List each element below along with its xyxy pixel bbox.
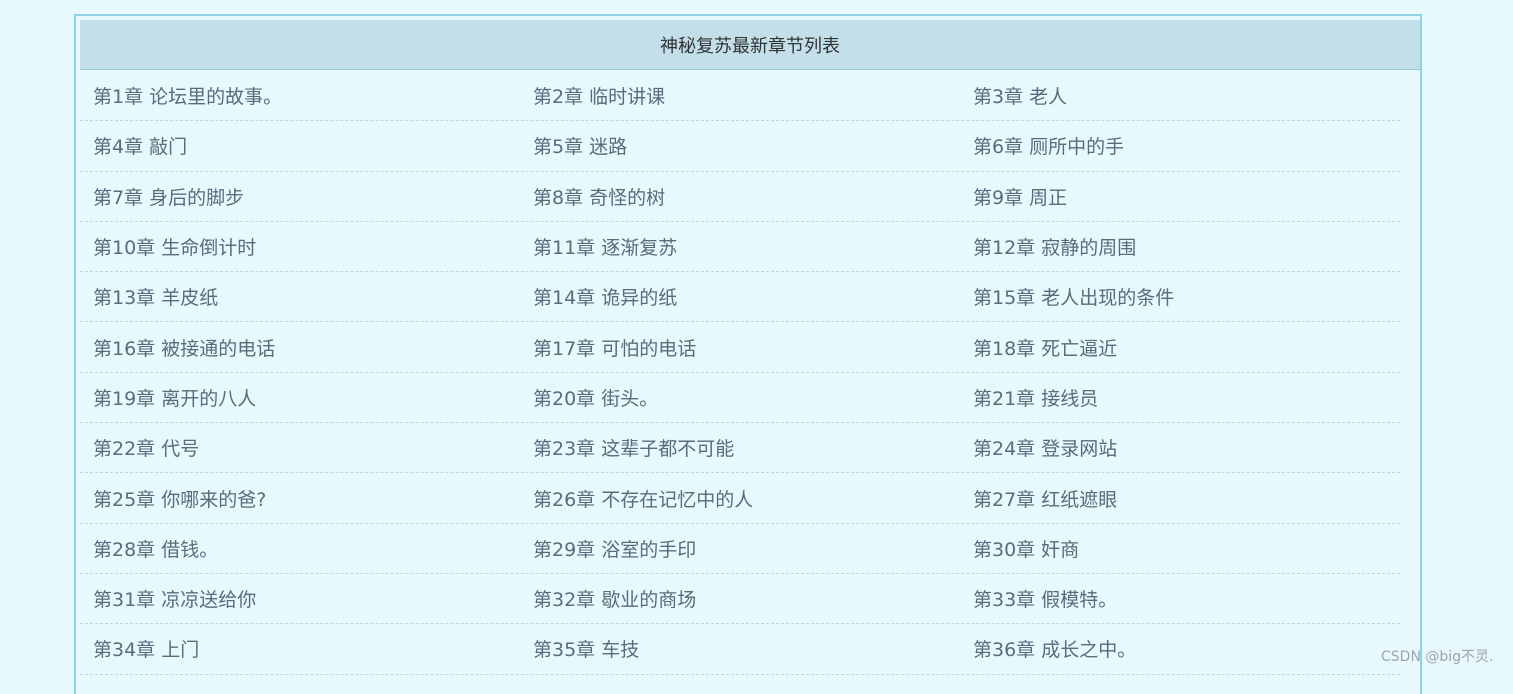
chapter-link[interactable]: 第14章 诡异的纸 [520, 272, 960, 321]
chapter-link[interactable]: 第28章 借钱。 [80, 524, 520, 573]
chapter-link[interactable]: 第27章 红纸遮眼 [960, 473, 1400, 522]
chapter-link[interactable]: 第16章 被接通的电话 [80, 322, 520, 371]
chapter-row: 第4章 敲门 第5章 迷路 第6章 厕所中的手 [80, 121, 1400, 172]
chapter-link[interactable]: 第34章 上门 [80, 624, 520, 673]
chapter-link[interactable]: 第11章 逐渐复苏 [520, 222, 960, 271]
chapter-link[interactable]: 第10章 生命倒计时 [80, 222, 520, 271]
chapter-link[interactable]: 第5章 迷路 [520, 121, 960, 170]
chapter-link[interactable]: 第2章 临时讲课 [520, 71, 960, 120]
chapter-link[interactable]: 第13章 羊皮纸 [80, 272, 520, 321]
chapter-link[interactable]: 第12章 寂静的周围 [960, 222, 1400, 271]
chapter-row: 第1章 论坛里的故事。 第2章 临时讲课 第3章 老人 [80, 71, 1400, 122]
chapter-link[interactable]: 第25章 你哪来的爸? [80, 473, 520, 522]
list-title: 神秘复苏最新章节列表 [80, 20, 1420, 70]
chapter-row: 第31章 凉凉送给你 第32章 歇业的商场 第33章 假模特。 [80, 574, 1400, 625]
chapter-list-panel: 神秘复苏最新章节列表 第1章 论坛里的故事。 第2章 临时讲课 第3章 老人 第4章 … [74, 14, 1422, 694]
chapter-link[interactable]: 第7章 身后的脚步 [80, 172, 520, 221]
chapter-link[interactable]: 第35章 车技 [520, 624, 960, 673]
chapter-link[interactable]: 第4章 敲门 [80, 121, 520, 170]
chapter-link[interactable]: 第3章 老人 [960, 71, 1400, 120]
chapter-link[interactable]: 第15章 老人出现的条件 [960, 272, 1400, 321]
chapter-row: 第13章 羊皮纸 第14章 诡异的纸 第15章 老人出现的条件 [80, 272, 1400, 323]
chapter-link[interactable]: 第1章 论坛里的故事。 [80, 71, 520, 120]
chapter-link[interactable]: 第17章 可怕的电话 [520, 322, 960, 371]
chapter-link[interactable]: 第36章 成长之中。 [960, 624, 1400, 673]
chapter-row: 第25章 你哪来的爸? 第26章 不存在记忆中的人 第27章 红纸遮眼 [80, 473, 1400, 524]
chapter-link[interactable]: 第32章 歇业的商场 [520, 574, 960, 623]
chapter-link[interactable]: 第6章 厕所中的手 [960, 121, 1400, 170]
chapter-row: 第7章 身后的脚步 第8章 奇怪的树 第9章 周正 [80, 172, 1400, 222]
chapter-link[interactable]: 第23章 这辈子都不可能 [520, 423, 960, 472]
chapter-link[interactable]: 第33章 假模特。 [960, 574, 1400, 623]
chapter-link[interactable]: 第31章 凉凉送给你 [80, 574, 520, 623]
chapter-link[interactable]: 第29章 浴室的手印 [520, 524, 960, 573]
chapter-link[interactable]: 第19章 离开的八人 [80, 373, 520, 422]
chapter-link[interactable]: 第26章 不存在记忆中的人 [520, 473, 960, 522]
chapter-row: 第16章 被接通的电话 第17章 可怕的电话 第18章 死亡逼近 [80, 322, 1400, 373]
chapter-link[interactable]: 第8章 奇怪的树 [520, 172, 960, 221]
chapter-link[interactable]: 第20章 街头。 [520, 373, 960, 422]
chapter-link[interactable]: 第22章 代号 [80, 423, 520, 472]
chapter-row: 第34章 上门 第35章 车技 第36章 成长之中。 [80, 624, 1400, 675]
chapter-link[interactable]: 第24章 登录网站 [960, 423, 1400, 472]
chapter-row: 第10章 生命倒计时 第11章 逐渐复苏 第12章 寂静的周围 [80, 222, 1400, 273]
chapter-list: 第1章 论坛里的故事。 第2章 临时讲课 第3章 老人 第4章 敲门 第5章 迷路 第6章… [80, 71, 1400, 675]
chapter-link[interactable]: 第30章 奸商 [960, 524, 1400, 573]
chapter-row: 第28章 借钱。 第29章 浴室的手印 第30章 奸商 [80, 524, 1400, 574]
chapter-link[interactable]: 第9章 周正 [960, 172, 1400, 221]
chapter-row: 第19章 离开的八人 第20章 街头。 第21章 接线员 [80, 373, 1400, 424]
chapter-link[interactable]: 第18章 死亡逼近 [960, 322, 1400, 371]
chapter-link[interactable]: 第21章 接线员 [960, 373, 1400, 422]
watermark: CSDN @big不灵. [1381, 649, 1494, 665]
chapter-row: 第22章 代号 第23章 这辈子都不可能 第24章 登录网站 [80, 423, 1400, 474]
